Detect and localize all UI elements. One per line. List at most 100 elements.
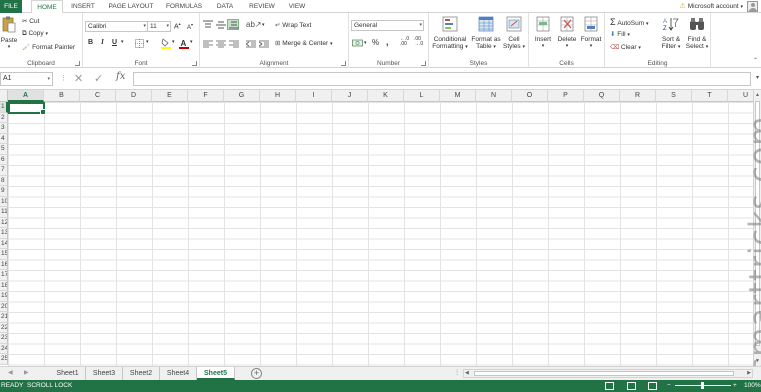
font-size-select[interactable]: 11 ▾ [147, 21, 171, 32]
insert-button[interactable]: Insert ▾ [532, 16, 554, 50]
orientation-icon[interactable]: ab↗ [246, 20, 262, 29]
tab-splitter[interactable]: ⋮ [454, 369, 460, 376]
format-as-table-button[interactable]: Format as Table ▾ [471, 16, 501, 51]
row-header[interactable]: 20 [0, 301, 8, 312]
row-header[interactable]: 21 [0, 312, 8, 323]
row-header[interactable]: 2 [0, 112, 8, 123]
horizontal-scroll-thumb[interactable] [474, 371, 734, 376]
next-sheet-icon[interactable]: ▶ [24, 369, 29, 376]
underline-button[interactable]: U [110, 38, 119, 47]
tab-formulas[interactable]: FORMULAS [162, 0, 206, 13]
zoom-slider-knob[interactable] [701, 382, 704, 389]
row-header[interactable]: 12 [0, 217, 8, 228]
align-center-icon[interactable] [216, 40, 226, 48]
decrease-indent-icon[interactable] [246, 40, 256, 48]
sheet-tab-sheet4[interactable]: Sheet4 [160, 367, 197, 380]
scroll-up-icon[interactable]: ▲ [755, 92, 760, 98]
column-header[interactable]: D [116, 90, 152, 102]
select-all-button[interactable] [0, 90, 8, 102]
row-header[interactable]: 25 [0, 354, 8, 365]
sheet-tab-sheet3[interactable]: Sheet3 [86, 367, 123, 380]
format-painter-button[interactable]: 🖌 Format Painter [22, 43, 75, 51]
format-button[interactable]: Format ▾ [579, 16, 603, 50]
row-header[interactable]: 18 [0, 280, 8, 291]
find-select-button[interactable]: Find & Select ▾ [684, 16, 710, 51]
fill-color-icon[interactable] [161, 38, 171, 49]
zoom-slider[interactable] [675, 382, 731, 389]
column-header[interactable]: G [224, 90, 260, 102]
row-header[interactable]: 4 [0, 133, 8, 144]
row-header[interactable]: 16 [0, 259, 8, 270]
sheet-tab-sheet1[interactable]: Sheet1 [50, 367, 86, 380]
cancel-icon[interactable]: ✕ [74, 72, 83, 85]
column-header[interactable]: R [620, 90, 656, 102]
column-header[interactable]: P [548, 90, 584, 102]
row-header[interactable]: 1 [0, 102, 8, 113]
insert-function-icon[interactable]: fx [116, 71, 125, 82]
column-header[interactable]: F [188, 90, 224, 102]
enter-icon[interactable]: ✓ [94, 72, 103, 85]
column-header[interactable]: A [8, 90, 44, 102]
column-header[interactable]: T [692, 90, 728, 102]
tab-review[interactable]: REVIEW [245, 0, 279, 13]
sheet-tab-sheet2[interactable]: Sheet2 [123, 367, 160, 380]
align-top-icon[interactable] [203, 20, 213, 28]
page-layout-view-icon[interactable] [627, 382, 636, 390]
normal-view-icon[interactable] [605, 382, 614, 390]
sort-filter-button[interactable]: AZ Sort & Filter ▾ [657, 16, 685, 51]
column-header[interactable]: N [476, 90, 512, 102]
wrap-text-button[interactable]: ↵ Wrap Text [275, 21, 311, 29]
paste-button[interactable]: Paste ▾ [0, 16, 18, 51]
column-header[interactable]: L [404, 90, 440, 102]
orientation-dropdown-icon[interactable]: ▾ [262, 22, 265, 28]
font-color-icon[interactable]: A [179, 38, 189, 49]
row-header[interactable]: 6 [0, 154, 8, 165]
currency-icon[interactable] [352, 39, 363, 48]
conditional-formatting-button[interactable]: Conditional Formatting ▾ [430, 16, 470, 51]
align-middle-icon[interactable] [216, 21, 226, 29]
column-header[interactable]: J [332, 90, 368, 102]
column-header[interactable]: Q [584, 90, 620, 102]
column-header[interactable]: B [44, 90, 80, 102]
copy-button[interactable]: ⧉ Copy ▾ [22, 30, 48, 38]
active-cell[interactable] [8, 102, 46, 115]
align-left-icon[interactable] [203, 40, 213, 48]
row-header[interactable]: 7 [0, 165, 8, 176]
prev-sheet-icon[interactable]: ◀ [8, 369, 13, 376]
vertical-scroll-thumb[interactable] [755, 101, 760, 346]
column-header[interactable]: S [656, 90, 692, 102]
expand-formula-bar-icon[interactable]: ▾ [756, 74, 759, 81]
tab-file[interactable]: FILE [0, 0, 22, 13]
decrease-decimal-icon[interactable]: .00 →.0 [414, 37, 423, 47]
fill-color-dropdown-icon[interactable]: ▾ [172, 39, 175, 45]
cut-button[interactable]: ✂ Cut [22, 17, 39, 25]
row-header[interactable]: 17 [0, 270, 8, 281]
align-right-icon[interactable] [229, 40, 239, 48]
alignment-launcher-icon[interactable] [341, 61, 346, 66]
formula-bar-splitter[interactable]: ⋮ [60, 74, 67, 82]
row-header[interactable]: 24 [0, 343, 8, 354]
currency-dropdown-icon[interactable]: ▾ [364, 40, 367, 46]
grow-font-button[interactable]: A▴ [174, 21, 181, 30]
comma-button[interactable]: , [386, 37, 389, 47]
tab-home[interactable]: HOME [31, 0, 63, 14]
name-box[interactable]: A1 ▾ [0, 72, 53, 86]
cell-styles-button[interactable]: Cell Styles ▾ [501, 16, 527, 51]
row-header[interactable]: 3 [0, 123, 8, 134]
worksheet-grid[interactable]: ABCDEFGHIJKLMNOPQRSTU 1 2 3 4 5 6 7 8 9 10 11 12 13 1… [0, 90, 761, 366]
font-family-select[interactable]: Calibri ▾ [85, 21, 148, 32]
zoom-in-button[interactable]: + [733, 380, 737, 392]
row-header[interactable]: 14 [0, 238, 8, 249]
increase-indent-icon[interactable] [259, 40, 269, 48]
scroll-down-icon[interactable]: ▼ [755, 358, 760, 364]
column-header[interactable]: O [512, 90, 548, 102]
clear-button[interactable]: ⌫ Clear ▾ [610, 43, 641, 51]
row-header[interactable]: 19 [0, 291, 8, 302]
collapse-ribbon-icon[interactable]: ⌃ [753, 57, 758, 64]
font-color-dropdown-icon[interactable]: ▾ [190, 39, 193, 45]
avatar[interactable] [747, 1, 758, 12]
fill-button[interactable]: ⬇ Fill ▾ [610, 30, 630, 38]
formula-input[interactable] [133, 72, 751, 86]
borders-icon[interactable] [135, 39, 144, 48]
underline-dropdown-icon[interactable]: ▾ [121, 39, 124, 45]
